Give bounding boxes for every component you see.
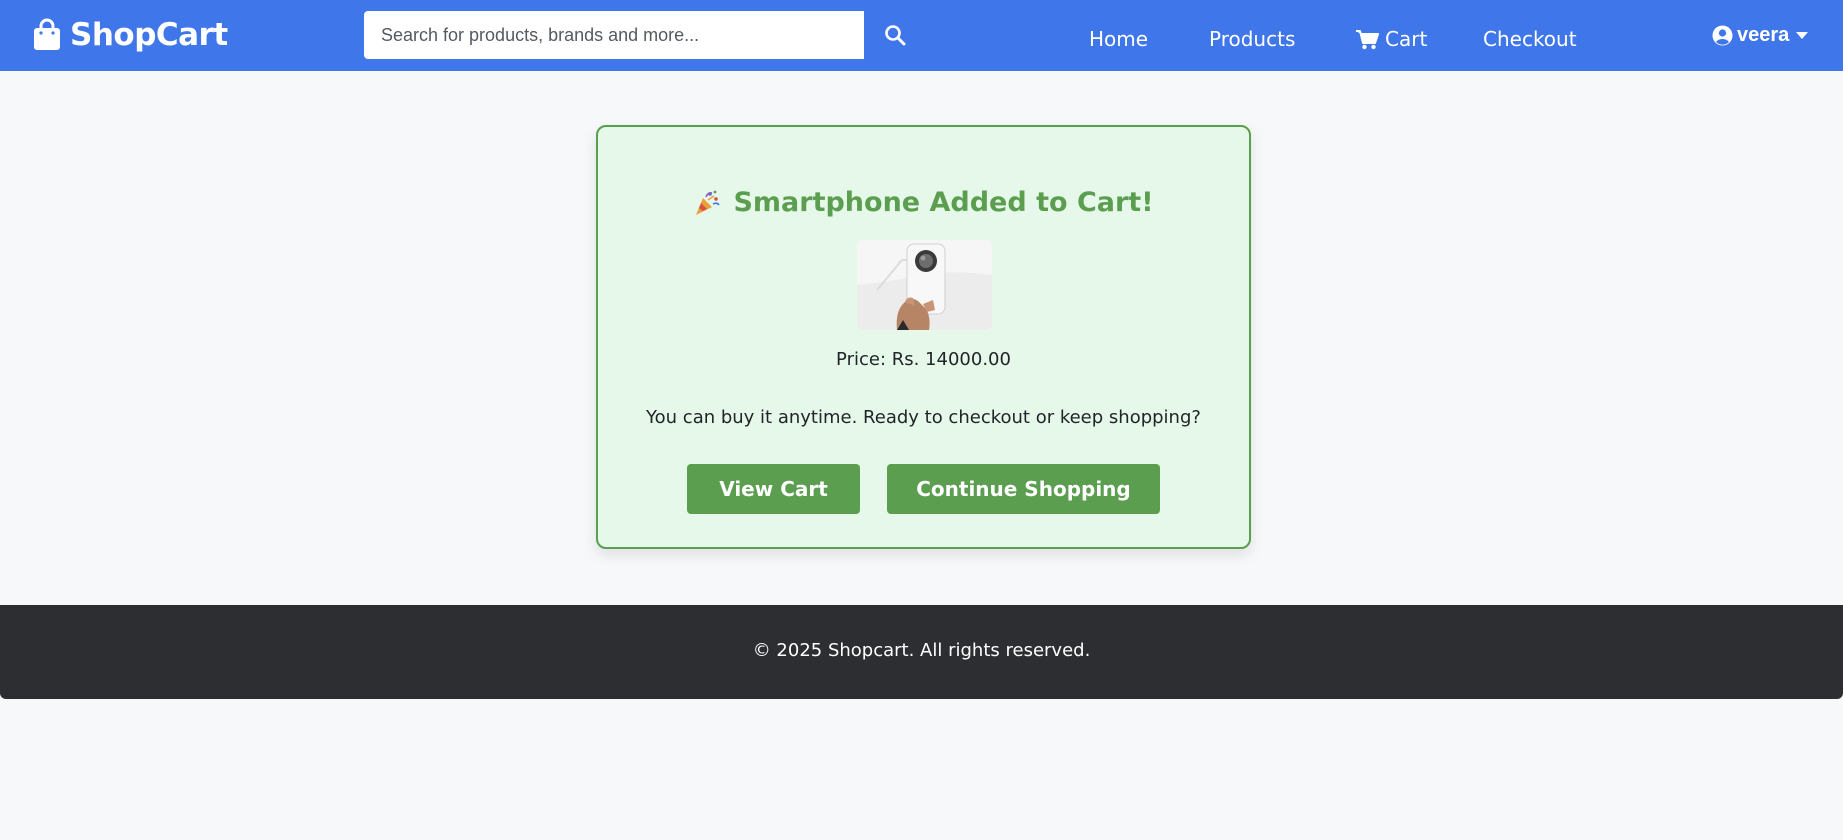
top-navbar: ShopCart Home Products Cart Checkout	[0, 0, 1843, 71]
nav-link-cart[interactable]: Cart	[1355, 21, 1427, 57]
search-icon	[885, 25, 906, 46]
brand-name: ShopCart	[70, 17, 228, 53]
cart-icon	[1356, 29, 1379, 49]
nav-link-home[interactable]: Home	[1089, 21, 1148, 57]
user-circle-icon	[1712, 25, 1733, 45]
confirmation-title: Smartphone Added to Cart!	[733, 187, 1154, 218]
view-cart-button[interactable]: View Cart	[687, 464, 860, 514]
nav-link-products[interactable]: Products	[1209, 21, 1295, 57]
search-bar	[364, 11, 926, 59]
party-popper-icon	[696, 190, 721, 215]
product-price: Price: Rs. 14000.00	[836, 349, 1011, 370]
user-menu-dropdown[interactable]: veera	[1712, 20, 1809, 50]
user-name: veera	[1737, 23, 1790, 46]
confirmation-message: You can buy it anytime. Ready to checkou…	[646, 407, 1201, 428]
nav-link-checkout[interactable]: Checkout	[1483, 21, 1577, 57]
copyright-text: © 2025 Shopcart. All rights reserved.	[752, 640, 1091, 661]
nav-link-label: Cart	[1385, 27, 1428, 51]
brand-logo-link[interactable]: ShopCart	[32, 16, 228, 54]
shopping-bag-icon	[34, 18, 60, 50]
nav-link-label: Checkout	[1483, 27, 1577, 51]
nav-link-label: Products	[1209, 27, 1296, 51]
search-input[interactable]	[364, 11, 864, 59]
caret-down-icon	[1796, 32, 1809, 39]
nav-link-label: Home	[1089, 27, 1149, 51]
add-to-cart-confirmation-card: Smartphone Added to Cart! Price: Rs. 140…	[596, 125, 1251, 549]
page-footer: © 2025 Shopcart. All rights reserved.	[0, 605, 1843, 699]
search-button[interactable]	[864, 11, 926, 59]
confirmation-heading: Smartphone Added to Cart!	[598, 187, 1249, 218]
continue-shopping-button[interactable]: Continue Shopping	[887, 464, 1160, 514]
smartphone-product-image	[857, 240, 992, 330]
